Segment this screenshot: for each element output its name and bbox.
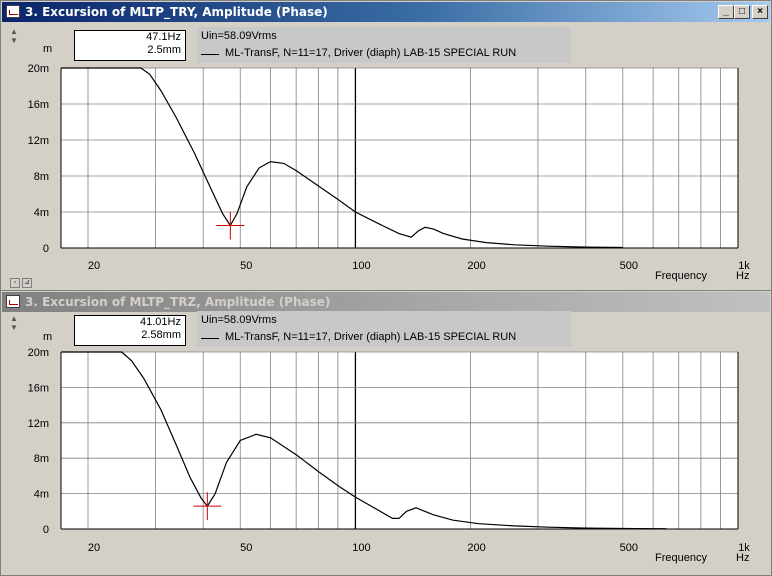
x-tick-label: 50 xyxy=(240,260,252,272)
x-tick-label: 200 xyxy=(467,260,485,272)
y-tick-label: 8m xyxy=(34,453,49,465)
excursion-window-trz[interactable]: 3. Excursion of MLTP_TRZ, Amplitude (Pha… xyxy=(0,290,772,576)
excursion-window-try[interactable]: 3. Excursion of MLTP_TRY, Amplitude (Pha… xyxy=(0,0,772,294)
x-tick-label: 20 xyxy=(88,260,100,272)
x-axis-label: Frequency xyxy=(655,552,707,564)
x-tick-label: 50 xyxy=(240,542,252,554)
x-tick-label: 100 xyxy=(352,260,370,272)
y-tick-label: 12m xyxy=(28,135,49,147)
x-axis-unit: Hz xyxy=(736,270,750,282)
plot-area xyxy=(61,68,738,248)
pan-icon[interactable]: ⊿ xyxy=(22,278,32,288)
x-axis-unit: Hz xyxy=(736,552,750,564)
excursion-chart-try[interactable]: 04m8m12m16m20m20 50 100 200 500 1k xyxy=(1,1,772,294)
y-tick-label: 12m xyxy=(28,418,49,430)
y-tick-label: 16m xyxy=(28,99,49,111)
excursion-chart-trz[interactable]: 04m8m12m16m20m20 50 100 200 500 1k xyxy=(1,291,772,576)
x-tick-label: 500 xyxy=(620,260,638,272)
zoom-icon[interactable]: ▫ xyxy=(10,278,20,288)
x-tick-label: 20 xyxy=(88,542,100,554)
y-tick-label: 16m xyxy=(28,382,49,394)
y-tick-label: 4m xyxy=(34,489,49,501)
x-tick-label: 500 xyxy=(620,542,638,554)
x-tick-label: 100 xyxy=(352,542,370,554)
y-tick-label: 0 xyxy=(43,243,49,255)
y-tick-label: 20m xyxy=(28,347,49,359)
x-tick-label: 200 xyxy=(467,542,485,554)
x-axis-label: Frequency xyxy=(655,270,707,282)
y-tick-label: 8m xyxy=(34,171,49,183)
y-tick-label: 0 xyxy=(43,524,49,536)
y-tick-label: 20m xyxy=(28,63,49,75)
y-tick-label: 4m xyxy=(34,207,49,219)
plot-area xyxy=(61,352,738,529)
